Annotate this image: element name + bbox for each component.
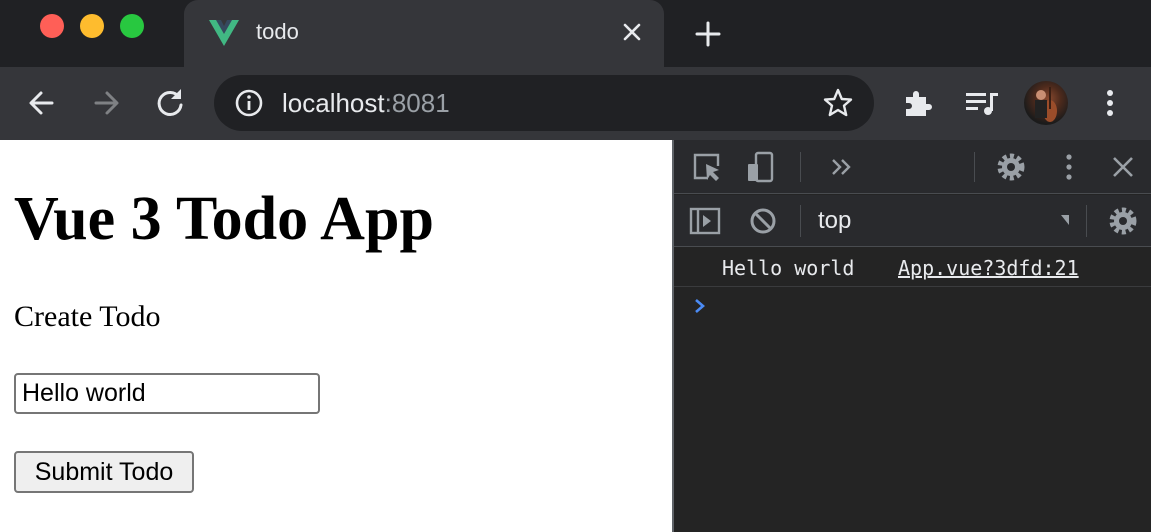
star-icon[interactable] — [822, 87, 854, 119]
context-selector[interactable]: top — [818, 205, 1078, 237]
back-icon[interactable] — [24, 85, 60, 121]
reload-icon[interactable] — [152, 85, 188, 121]
create-todo-label: Create Todo — [14, 300, 161, 333]
clear-console-icon[interactable] — [746, 204, 780, 238]
close-tab-icon[interactable] — [620, 20, 644, 44]
sidebar-toggle-icon[interactable] — [688, 204, 722, 238]
close-window-button[interactable] — [40, 14, 64, 38]
page-viewport: Vue 3 Todo App Create Todo Submit Todo — [0, 140, 672, 532]
url-text: localhost:8081 — [282, 88, 450, 119]
avatar-photo — [1035, 87, 1057, 122]
devtools-panel: top Hello world App.vue?3dfd:21 — [672, 140, 1151, 532]
browser-toolbar: localhost:8081 — [0, 67, 1151, 140]
info-icon[interactable] — [234, 88, 264, 118]
devtools-more-icon[interactable] — [1052, 150, 1086, 184]
tab-todo[interactable]: todo — [184, 0, 664, 67]
toolbar-separator — [1086, 205, 1087, 237]
toolbar-separator — [974, 152, 975, 182]
inspect-element-icon[interactable] — [690, 150, 724, 184]
extensions-icon[interactable] — [900, 85, 936, 121]
forward-icon[interactable] — [88, 85, 124, 121]
url-port: :8081 — [384, 88, 450, 118]
settings-gear-icon[interactable] — [994, 150, 1028, 184]
device-toolbar-icon[interactable] — [744, 150, 778, 184]
context-label: top — [818, 207, 852, 234]
close-devtools-icon[interactable] — [1106, 150, 1140, 184]
todo-input[interactable] — [14, 373, 320, 414]
console-toolbar: top — [674, 195, 1151, 247]
console-source-link[interactable]: App.vue?3dfd:21 — [898, 256, 1079, 280]
minimize-window-button[interactable] — [80, 14, 104, 38]
more-icon[interactable] — [1092, 85, 1128, 121]
profile-avatar[interactable] — [1024, 81, 1068, 125]
tab-title: todo — [256, 19, 299, 44]
page-title: Vue 3 Todo App — [14, 185, 434, 253]
toolbar-separator — [800, 205, 801, 237]
vue-logo-icon — [209, 20, 239, 46]
new-tab-icon[interactable] — [692, 18, 724, 50]
tab-strip: todo — [0, 0, 1151, 67]
devtools-main-toolbar — [674, 140, 1151, 194]
console-message: Hello world App.vue?3dfd:21 — [674, 248, 1151, 287]
toolbar-separator — [800, 152, 801, 182]
media-queue-icon[interactable] — [964, 85, 1000, 121]
submit-todo-button[interactable]: Submit Todo — [14, 451, 194, 493]
console-prompt-icon[interactable] — [692, 296, 708, 316]
dropdown-caret-icon — [1061, 215, 1069, 225]
url-host: localhost — [282, 88, 385, 118]
console-settings-gear-icon[interactable] — [1106, 204, 1140, 238]
more-tabs-chevron-icon[interactable] — [824, 150, 858, 184]
zoom-window-button[interactable] — [120, 14, 144, 38]
console-message-text: Hello world — [722, 256, 855, 280]
address-bar[interactable]: localhost:8081 — [214, 75, 874, 131]
